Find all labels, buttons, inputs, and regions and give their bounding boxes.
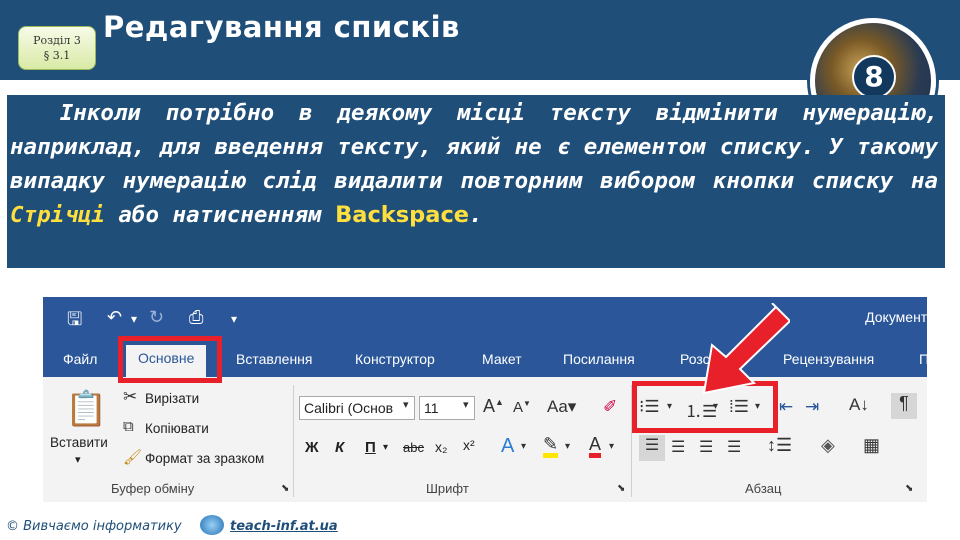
undo-icon[interactable]: ↶ [107,307,122,328]
change-case-icon[interactable]: Aa▾ [547,397,576,417]
tab-layout[interactable]: Макет [482,351,522,367]
save-icon[interactable]: 🖫 [67,307,82,337]
tab-review[interactable]: Рецензування [783,351,874,367]
paragraph-ribbon-word: Стрічці [10,202,105,228]
copy-button[interactable]: Копіювати [145,421,209,436]
font-color-icon[interactable]: A [589,435,602,458]
paste-icon[interactable]: 📋 [65,389,107,429]
subscript-button[interactable]: x₂ [435,439,447,455]
grow-font-icon[interactable]: A▲ [483,396,504,417]
paragraph-launcher-icon[interactable]: ⬊ [905,483,913,494]
group-separator [293,385,294,497]
cut-icon[interactable]: ✂ [123,387,137,407]
home-tab-highlight [118,336,222,383]
align-left-icon[interactable]: ☰ [639,435,665,461]
paragraph-text-end: . [469,202,483,228]
font-size-dropdown-icon[interactable]: ▾ [463,398,469,411]
justify-icon[interactable]: ☰ [727,437,741,457]
italic-button[interactable]: К [335,439,344,456]
footer-website-link[interactable]: teach-inf.at.ua [230,519,338,534]
line-spacing-icon[interactable]: ↕☰ [767,435,792,456]
grade-number: 8 [852,55,896,99]
section-badge-paragraph: § 3.1 [43,49,71,62]
globe-icon [200,515,224,535]
font-color-dropdown-icon[interactable]: ▾ [609,441,614,452]
tab-more[interactable]: П [919,351,927,367]
paragraph-group-label: Абзац [745,481,782,496]
strikethrough-button[interactable]: abc [403,440,424,455]
show-formatting-marks-icon[interactable]: ¶ [891,393,917,419]
paragraph-backspace-key: Backspace [335,202,470,228]
font-name-dropdown-icon[interactable]: ▾ [403,398,409,411]
pointer-arrow-shape [702,303,790,395]
section-badge: Розділ 3 § 3.1 [18,26,96,70]
increase-indent-icon[interactable]: ⇥ [805,397,819,417]
word-ribbon: 🖫 ↶ ▾ ↻ ⎙ ▾ Документ1 Файл Основне Встав… [43,297,927,502]
pointer-arrow [702,303,790,395]
format-painter-icon[interactable]: 🖌 [123,448,142,466]
underline-dropdown-icon[interactable]: ▾ [383,442,388,453]
font-group-label: Шрифт [426,481,469,496]
section-badge-chapter: Розділ 3 [33,34,81,47]
font-name-field[interactable]: Calibri (Основ [299,396,415,420]
paste-dropdown-icon[interactable]: ▾ [75,453,81,466]
paragraph-text-2: або натисненням [104,202,336,228]
clipboard-group-label: Буфер обміну [111,481,195,496]
undo-dropdown-icon[interactable]: ▾ [131,312,137,326]
decrease-indent-icon[interactable]: ⇤ [779,397,793,417]
paste-button[interactable]: Вставити [50,435,108,450]
quick-access-toolbar: 🖫 ↶ ▾ ↻ ⎙ ▾ Документ1 [43,297,927,341]
copy-icon[interactable]: ⧉ [123,418,134,435]
shading-icon[interactable]: ◈ [821,435,835,456]
sort-icon[interactable]: A↓ [849,395,869,415]
shrink-font-icon[interactable]: A▼ [513,399,531,416]
explanation-paragraph: Інколи потрібно в деякому місці тексту в… [10,96,938,232]
align-right-icon[interactable]: ☰ [699,437,713,457]
clear-formatting-icon[interactable]: ✐ [603,397,617,417]
slide-title: Редагування списків [103,10,460,44]
footer-credit: © Вивчаємо інформатику [6,519,182,534]
document-title: Документ1 [865,309,927,325]
highlight-dropdown-icon[interactable]: ▾ [565,441,570,452]
tab-insert[interactable]: Вставлення [236,351,313,367]
tab-design[interactable]: Конструктор [355,351,435,367]
redo-icon[interactable]: ↻ [149,307,164,328]
highlight-icon[interactable]: ✎ [543,435,559,458]
cut-button[interactable]: Вирізати [145,391,199,406]
tab-file[interactable]: Файл [63,351,97,367]
print-preview-icon[interactable]: ⎙ [189,307,203,328]
text-effects-dropdown-icon[interactable]: ▾ [521,441,526,452]
font-launcher-icon[interactable]: ⬊ [617,483,625,494]
customize-icon[interactable]: ▾ [231,312,237,326]
underline-button[interactable]: П [365,439,376,456]
superscript-button[interactable]: x² [463,437,475,453]
format-painter-button[interactable]: Формат за зразком [145,451,264,466]
borders-icon[interactable]: ▦ [863,435,880,456]
text-effects-icon[interactable]: A [501,435,514,458]
clipboard-launcher-icon[interactable]: ⬊ [281,483,289,494]
tab-references[interactable]: Посилання [563,351,635,367]
bold-button[interactable]: Ж [305,439,319,456]
paragraph-text-1: Інколи потрібно в деякому місці тексту в… [10,100,938,194]
align-center-icon[interactable]: ☰ [671,437,685,457]
